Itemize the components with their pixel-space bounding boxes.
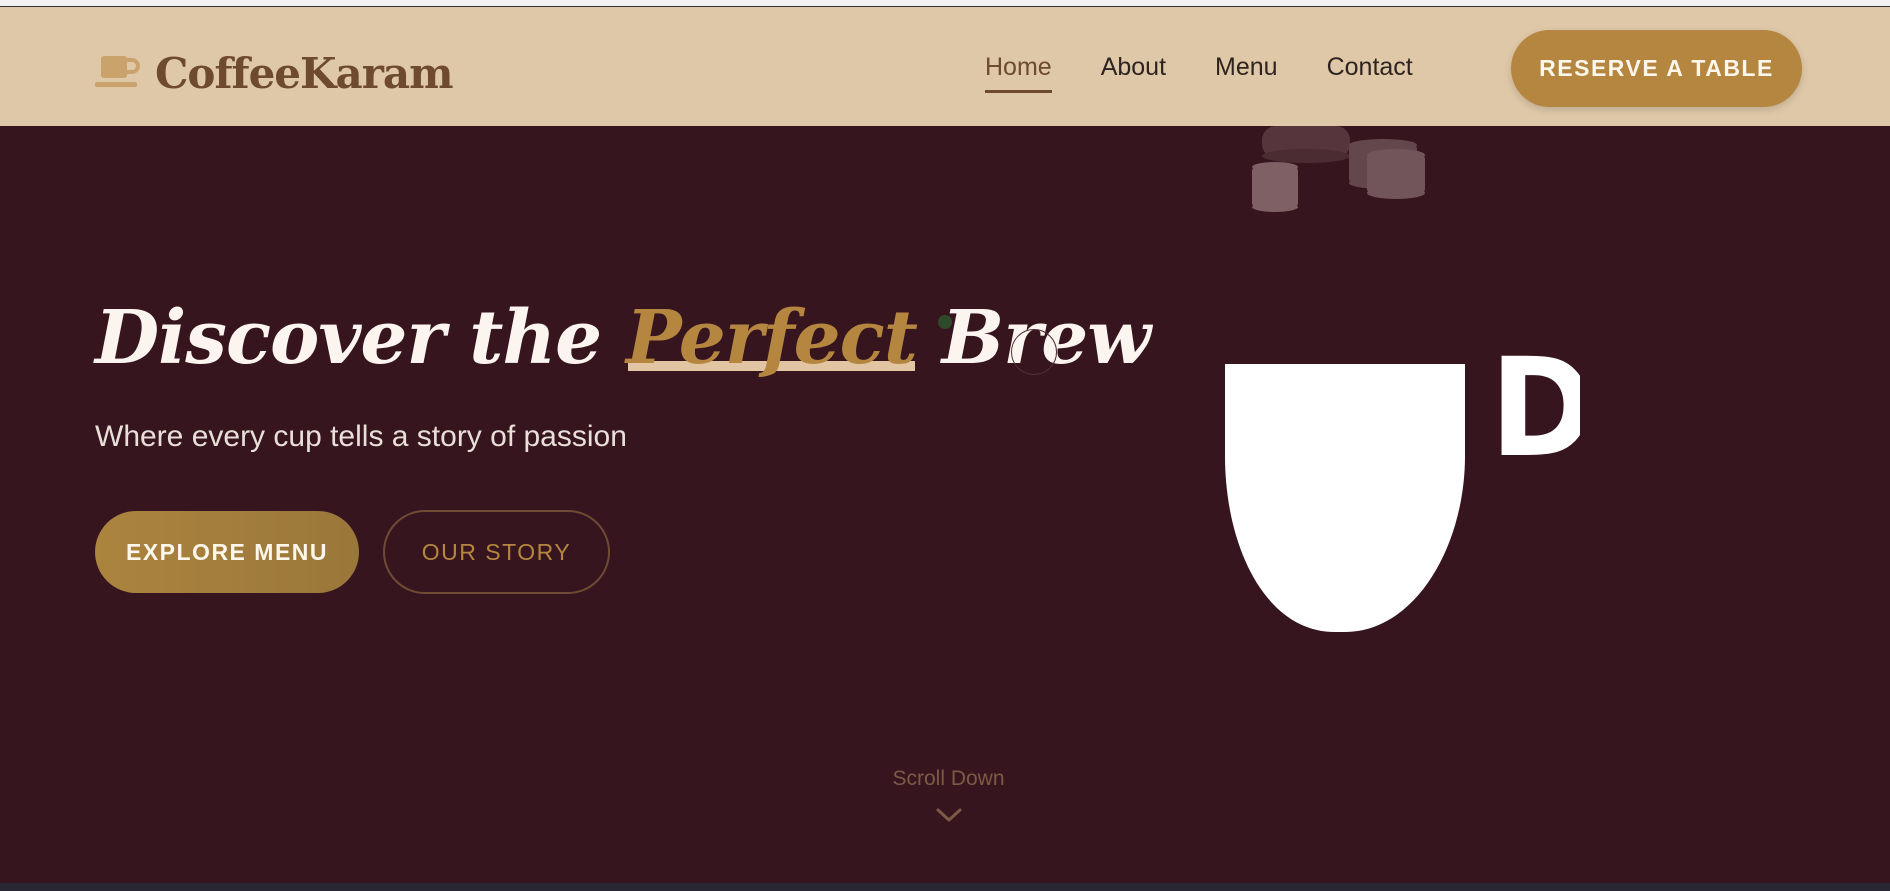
explore-menu-button[interactable]: EXPLORE MENU: [95, 511, 359, 593]
nav-link-about[interactable]: About: [1101, 53, 1166, 90]
brand-logo[interactable]: CoffeeKaram: [95, 49, 454, 98]
decorative-dot: [938, 315, 952, 329]
hero-title-accent: Perfect: [626, 295, 918, 381]
scroll-down-hint[interactable]: Scroll Down: [885, 767, 1012, 829]
brand-name: CoffeeKaram: [155, 49, 454, 98]
window-bottom-edge: [0, 883, 1890, 891]
cup-handle-letter: D: [1490, 328, 1580, 487]
cup-body: [1225, 364, 1465, 632]
reserve-table-button[interactable]: RESERVE A TABLE: [1511, 30, 1802, 107]
hero-title-prefix: Discover the: [95, 295, 602, 381]
coffee-cup-icon: [95, 54, 141, 94]
steam-bubbles: [1252, 126, 1425, 212]
decorative-ring: [1011, 329, 1057, 375]
our-story-button[interactable]: OUR STORY: [383, 510, 610, 594]
nav-link-contact[interactable]: Contact: [1327, 53, 1413, 90]
window-top-edge: [0, 0, 1890, 7]
hero-subtitle: Where every cup tells a story of passion: [95, 420, 627, 453]
nav-link-menu[interactable]: Menu: [1215, 53, 1278, 90]
main-nav: Home About Menu Contact: [985, 53, 1462, 93]
hero-title: Discover the Perfect Brew: [95, 295, 1151, 381]
chevron-down-icon: [936, 808, 961, 822]
navbar: CoffeeKaram Home About Menu Contact RESE…: [0, 7, 1890, 126]
nav-link-home[interactable]: Home: [985, 53, 1052, 93]
scroll-down-label: Scroll Down: [892, 767, 1005, 790]
coffee-cup-illustration: D: [1225, 126, 1580, 632]
